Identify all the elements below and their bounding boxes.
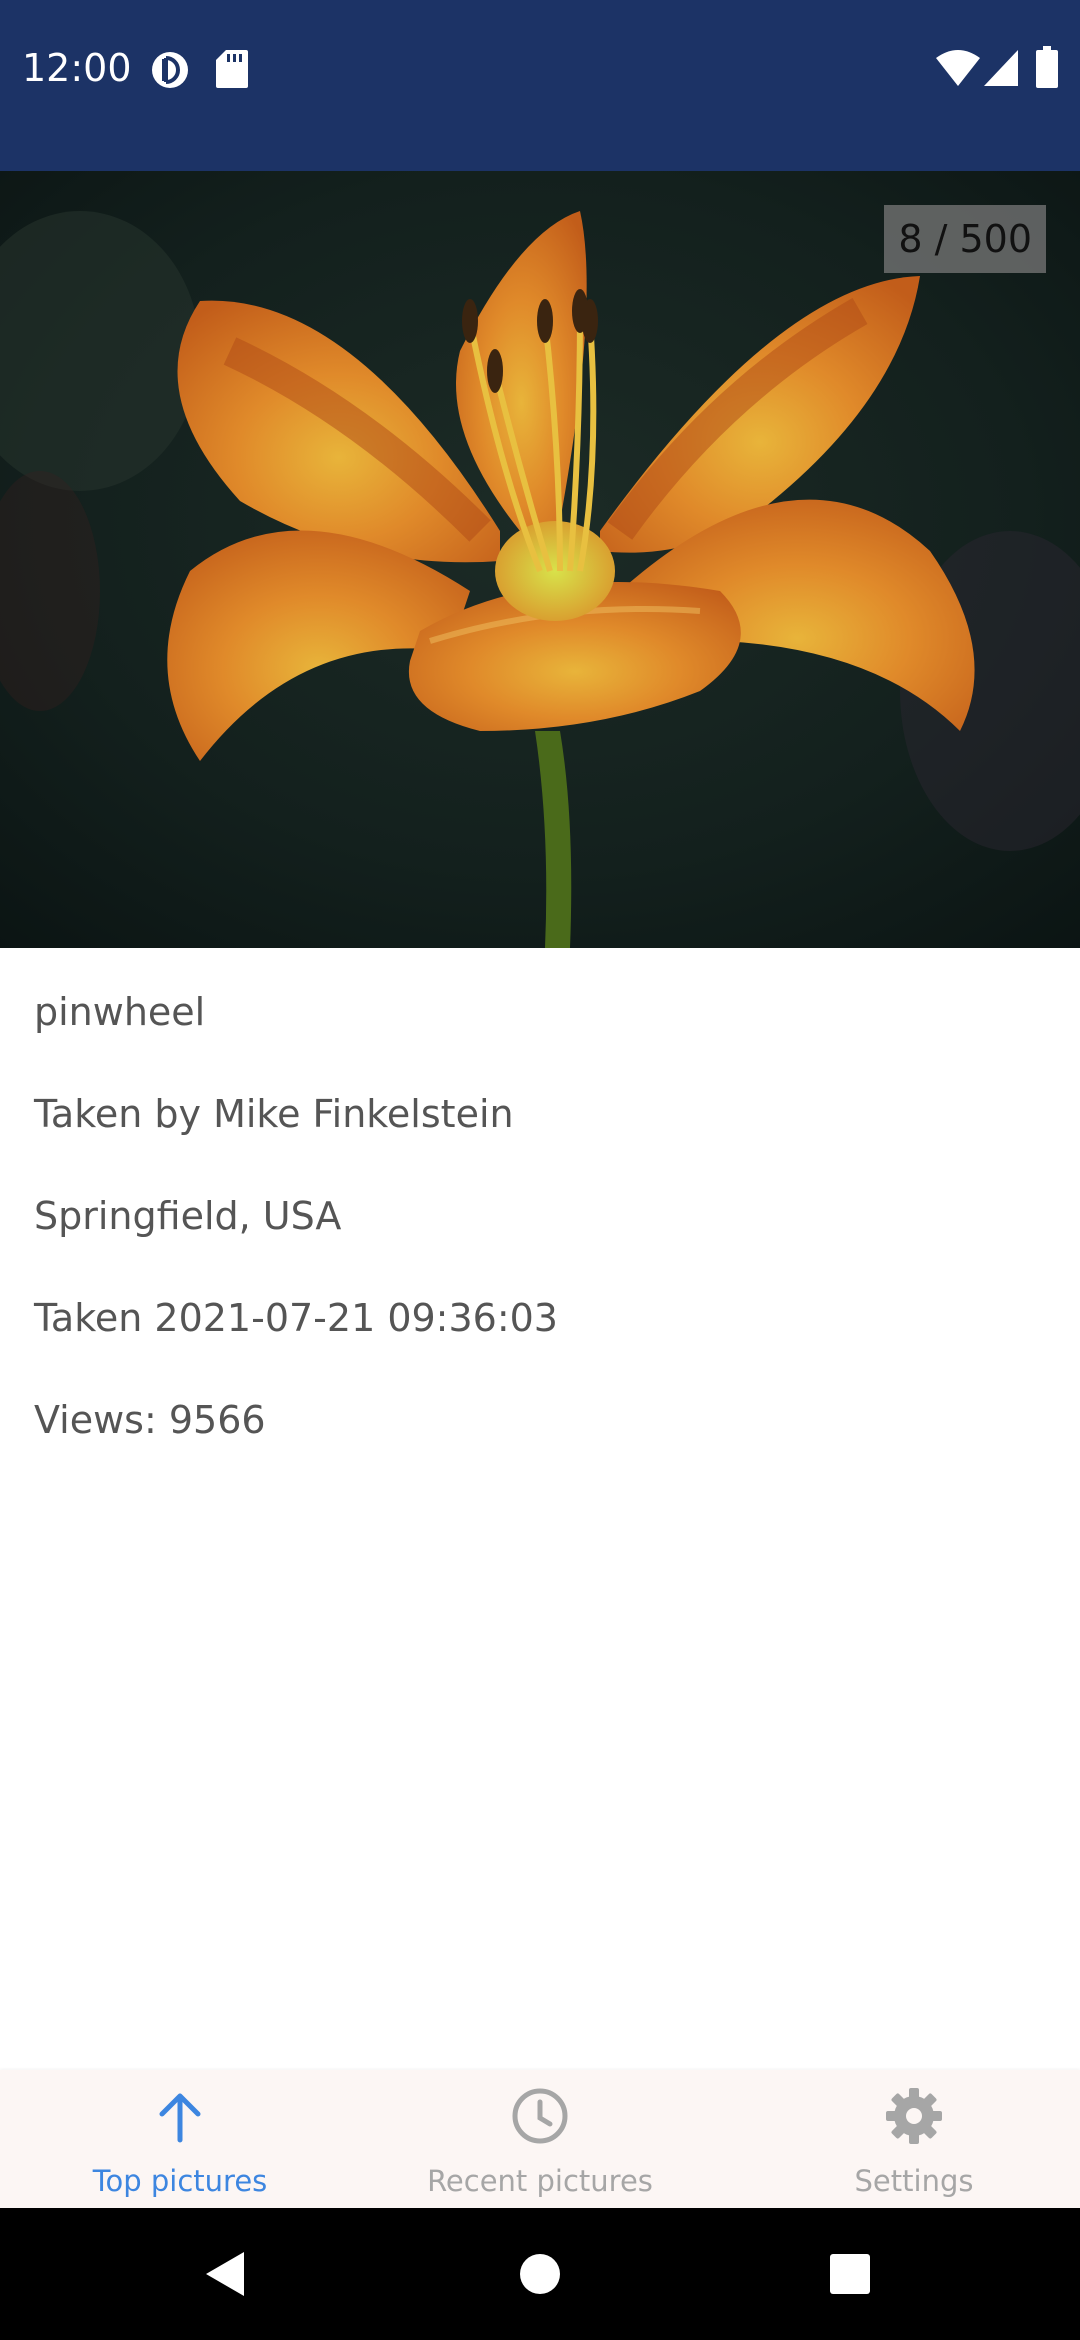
back-icon[interactable] [194, 2242, 258, 2306]
nav-label-top-pictures: Top pictures [92, 2164, 268, 2198]
photo-title: pinwheel [34, 990, 206, 1034]
recents-icon[interactable] [818, 2242, 882, 2306]
photo[interactable]: 8 / 500 [0, 171, 1080, 948]
nav-item-settings[interactable]: Settings [734, 2070, 1080, 2208]
signal-icon [984, 50, 1018, 86]
wifi-icon [936, 50, 980, 86]
nav-label-settings: Settings [854, 2164, 974, 2198]
photo-counter: 8 / 500 [884, 205, 1046, 273]
photo-author: Taken by Mike Finkelstein [34, 1092, 514, 1136]
gear-icon [886, 2088, 942, 2144]
sd-card-icon [216, 50, 248, 88]
lily-photo [0, 171, 1080, 948]
status-bar: 12:00 [0, 0, 1080, 171]
nav-item-recent-pictures[interactable]: Recent pictures [360, 2070, 720, 2208]
photo-taken-date: Taken 2021-07-21 09:36:03 [34, 1296, 558, 1340]
home-icon[interactable] [508, 2242, 572, 2306]
system-navigation-bar [0, 2208, 1080, 2340]
photo-views: Views: 9566 [34, 1398, 266, 1442]
nav-item-top-pictures[interactable]: Top pictures [0, 2070, 360, 2208]
battery-icon [1036, 46, 1058, 88]
photo-location: Springfield, USA [34, 1194, 342, 1238]
clock-icon [512, 2088, 568, 2144]
status-time: 12:00 [22, 46, 132, 90]
nav-label-recent-pictures: Recent pictures [427, 2164, 653, 2198]
bottom-navigation: Top pictures Recent pictures Settings [0, 2070, 1080, 2208]
cast-icon [152, 52, 188, 88]
arrow-up-icon [159, 2093, 201, 2143]
